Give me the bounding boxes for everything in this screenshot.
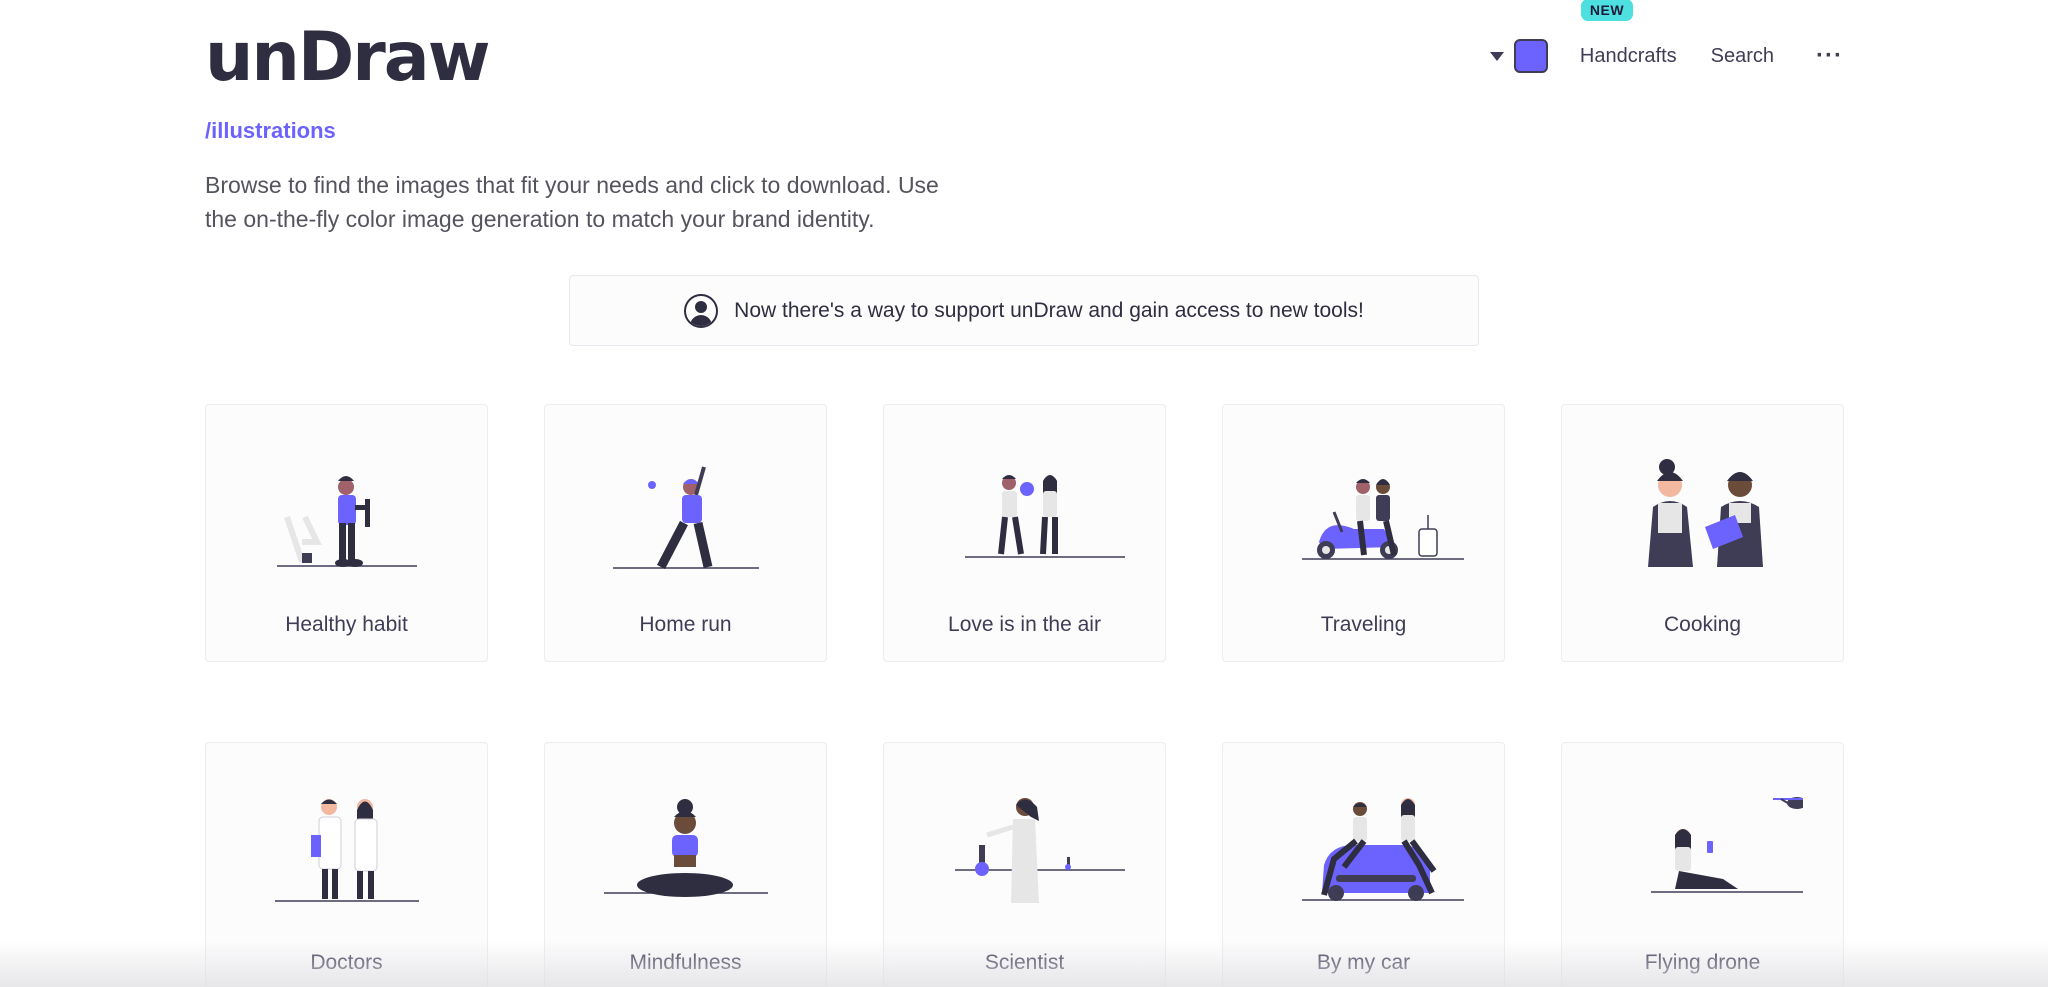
page-section-title: /illustrations [205, 118, 336, 143]
description-line: Browse to find the images that fit your … [205, 172, 939, 198]
illustration-card[interactable]: Home run [544, 404, 827, 662]
by-my-car-illustration [1302, 798, 1464, 901]
caret-down-icon[interactable] [1489, 51, 1504, 61]
illustration-card[interactable]: Mindfulness [544, 742, 827, 987]
love-is-in-the-air-illustration [965, 475, 1125, 558]
app-logo[interactable]: unDraw [205, 18, 491, 98]
illustration-card[interactable]: Doctors [205, 742, 488, 987]
nav-handcrafts[interactable]: NEW Handcrafts [1579, 0, 1677, 68]
illustration-title: Scientist [984, 951, 1065, 974]
home-run-illustration [613, 466, 759, 570]
support-banner-text: Now there's a way to support unDraw and … [734, 298, 1364, 322]
scientist-illustration [955, 798, 1125, 903]
illustration-title: Cooking [1663, 613, 1742, 636]
illustration-title: Flying drone [1644, 951, 1761, 974]
color-swatch[interactable] [1513, 39, 1548, 73]
illustration-card[interactable]: Healthy habit [205, 404, 488, 662]
new-badge: NEW [1580, 0, 1634, 21]
support-banner[interactable]: Now there's a way to support unDraw and … [569, 275, 1479, 346]
illustration-card[interactable]: Love is in the air [883, 404, 1166, 662]
avatar-icon [684, 293, 719, 328]
traveling-illustration [1302, 479, 1464, 560]
flying-drone-illustration [1651, 797, 1803, 893]
illustration-card[interactable]: By my car [1222, 742, 1505, 987]
illustration-card[interactable]: Flying drone [1561, 742, 1844, 987]
illustration-title: Mindfulness [629, 951, 742, 974]
nav-search[interactable]: Search [1711, 45, 1774, 68]
page-description: Browse to find the images that fit your … [205, 168, 1005, 236]
illustration-title: Traveling [1320, 613, 1407, 636]
illustration-title: Doctors [310, 951, 383, 974]
illustration-title: By my car [1316, 951, 1411, 974]
illustration-card[interactable]: Cooking [1561, 404, 1844, 662]
doctors-illustration [275, 799, 419, 902]
more-menu-icon[interactable]: ··· [1816, 44, 1843, 68]
illustration-title: Home run [639, 613, 732, 636]
illustration-card[interactable]: Scientist [883, 742, 1166, 987]
nav-handcrafts-label: Handcrafts [1579, 44, 1677, 67]
cooking-illustration [1648, 459, 1763, 567]
color-picker[interactable] [1489, 39, 1548, 73]
healthy-habit-illustration [277, 476, 417, 567]
illustration-card[interactable]: Traveling [1222, 404, 1505, 662]
illustration-title: Healthy habit [285, 613, 408, 636]
top-navigation: NEW Handcrafts Search ··· [1489, 0, 1843, 84]
illustration-title: Love is in the air [948, 613, 1101, 636]
mindfulness-illustration [604, 799, 768, 897]
description-line: the on-the-fly color image generation to… [205, 206, 875, 232]
